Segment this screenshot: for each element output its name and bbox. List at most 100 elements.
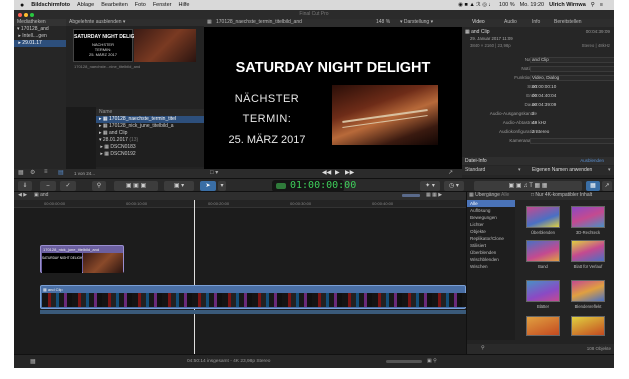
next-frame-icon[interactable]: ▶▶: [345, 169, 354, 176]
menu-bearbeiten[interactable]: Bearbeiten: [101, 2, 128, 8]
menu-foto[interactable]: Foto: [135, 2, 146, 8]
list-item[interactable]: ▸ ▦ DSCN0192: [96, 151, 204, 158]
library-item-selected[interactable]: ▸ 29.01.17: [14, 40, 66, 47]
category-item[interactable]: Wischen: [467, 263, 515, 270]
library-item[interactable]: ▾ 170128_and: [14, 26, 66, 33]
snapping-icon[interactable]: ▦ ▦ ▶: [426, 192, 442, 199]
menu-list-icon[interactable]: ≡: [600, 2, 603, 8]
play-icon[interactable]: ▶: [335, 169, 340, 176]
status-icons[interactable]: ◉ ■ ▲ ℛ ◎ ♩: [458, 2, 494, 8]
4k-only-checkbox[interactable]: □ Nur 4K-kompatibler Inhalt: [531, 192, 592, 199]
effect-tile[interactable]: [526, 316, 560, 336]
list-item[interactable]: ▸ ▦ 170128_nick_june_titelbild_a: [96, 123, 204, 130]
select-tool-icon[interactable]: ➤: [200, 181, 216, 191]
tab-share[interactable]: Bereitstellen: [554, 19, 582, 26]
effect-tile[interactable]: [526, 280, 560, 302]
clip-view-icon[interactable]: ▤: [58, 169, 64, 176]
list-item[interactable]: ▸ ▦ 170128_naechste_termin_titel: [96, 116, 204, 123]
timeline[interactable]: 00:00:00:00 00:00:10:00 00:00:20:00 00:0…: [14, 200, 466, 354]
tab-info[interactable]: Info: [532, 19, 540, 26]
battery-label[interactable]: 100 %: [499, 2, 515, 8]
timeline-ruler[interactable]: 00:00:00:00 00:00:10:00 00:00:20:00 00:0…: [14, 200, 466, 208]
previous-frame-icon[interactable]: ◀◀: [322, 169, 331, 176]
zoom-dropdown[interactable]: 148 %: [376, 19, 390, 26]
menu-fenster[interactable]: Fenster: [153, 2, 172, 8]
share-icon[interactable]: ↗: [602, 181, 612, 191]
list-item[interactable]: ▸ ▦ DSCN0183: [96, 144, 204, 151]
metadata-view-dropdown[interactable]: Standard: [465, 167, 485, 173]
event-thumbnail[interactable]: SATURDAY NIGHT DELIGHT NÄCHSTER TERMIN: …: [73, 29, 141, 62]
user-label[interactable]: Ulrich Wirnwa: [549, 2, 586, 8]
timeline-back-icon[interactable]: ◀ ▶: [18, 192, 27, 199]
keyword-icon[interactable]: ⎯: [40, 181, 56, 191]
hide-file-info-link[interactable]: Ausblenden: [580, 158, 604, 163]
effect-tile[interactable]: [571, 280, 605, 302]
rating-icon[interactable]: ✓: [60, 181, 76, 191]
apple-menu-icon[interactable]: ●: [20, 2, 24, 9]
fullscreen-icon[interactable]: ↗: [448, 169, 453, 176]
library-item[interactable]: ▸ Intell....gen: [14, 33, 66, 40]
hide-rejected-dropdown[interactable]: Abgelehnte ausblenden: [69, 19, 122, 25]
category-item[interactable]: Alle: [467, 200, 515, 207]
list-item[interactable]: ▾ 28.01.2017 (13): [96, 137, 204, 144]
field-notes-input[interactable]: [530, 66, 614, 72]
gear-icon[interactable]: ⚙: [30, 169, 35, 176]
effect-tile[interactable]: [526, 206, 560, 228]
tab-video[interactable]: Video: [472, 19, 485, 26]
category-item[interactable]: Stilisiert: [467, 242, 515, 249]
category-item[interactable]: Auflösung: [467, 207, 515, 214]
effect-tile[interactable]: [571, 206, 605, 228]
import-icon[interactable]: ⇓: [18, 181, 32, 191]
viewer-canvas[interactable]: SATURDAY NIGHT DELIGHT NÄCHSTER TERMIN: …: [204, 27, 462, 169]
title-clip-label: 170128_nick_june_titelbild_and: [43, 247, 100, 252]
zoom-slider[interactable]: [386, 360, 422, 363]
tool-dropdown-icon[interactable]: ▾: [218, 181, 226, 191]
category-item[interactable]: Objekte: [467, 228, 515, 235]
audio-meter-icon[interactable]: ▦: [30, 358, 36, 365]
zoom-window-button[interactable]: [30, 12, 34, 17]
category-item[interactable]: Lichter: [467, 221, 515, 228]
category-item[interactable]: Replikator/Clone: [467, 235, 515, 242]
media-browsers-group[interactable]: ▣ ▣ ♫ T ▦ ▦: [474, 181, 582, 191]
clip-appearance-icon[interactable]: ▣ ⚲: [427, 358, 437, 364]
minimize-window-button[interactable]: [24, 12, 28, 17]
guitar-thumbnail[interactable]: [134, 29, 196, 62]
transform-icon[interactable]: □ ▾: [210, 169, 218, 176]
effect-tile[interactable]: [526, 240, 560, 262]
list-view-icon[interactable]: ≡: [44, 169, 48, 175]
menu-app-name[interactable]: Bildschirmfoto: [31, 2, 70, 8]
category-item[interactable]: Wischblenden: [467, 256, 515, 263]
category-item[interactable]: Überblenden: [467, 249, 515, 256]
viewer-line2: NÄCHSTER: [234, 93, 300, 105]
field-camera-name-input[interactable]: [530, 138, 614, 144]
menu-ablage[interactable]: Ablage: [77, 2, 94, 8]
filmstrip-view-icon[interactable]: ▦: [18, 169, 24, 176]
effect-tile[interactable]: [571, 316, 605, 336]
search-icon[interactable]: ⚲: [92, 181, 106, 191]
effects-search-icon[interactable]: ⚲: [481, 345, 485, 351]
clock-label[interactable]: Mo. 19:20: [520, 2, 544, 8]
tab-audio[interactable]: Audio: [504, 19, 517, 26]
main-video-clip[interactable]: ▦ and Clip: [40, 285, 466, 309]
field-end: Ende 00:04:40:04: [526, 93, 557, 98]
close-window-button[interactable]: [18, 12, 22, 17]
apply-custom-name-button[interactable]: Eigenen Namen anwenden: [532, 167, 592, 173]
title-clip[interactable]: 170128_nick_june_titelbild_and SATURDAY …: [40, 245, 124, 273]
playhead[interactable]: [194, 200, 195, 354]
menu-hilfe[interactable]: Hilfe: [178, 2, 189, 8]
retime-icon[interactable]: ◷ ▾: [444, 181, 464, 191]
list-item[interactable]: ▸ ▦ and Clip: [96, 130, 204, 137]
edit-mode-group[interactable]: ▣ ▾: [164, 181, 194, 191]
enhance-icon[interactable]: ✦ ▾: [420, 181, 440, 191]
dropdown-arrow-icon: ▾: [518, 167, 521, 173]
audio-meter-toggle[interactable]: [402, 194, 420, 197]
edit-buttons-group[interactable]: ▣ ▣ ▣: [114, 181, 158, 191]
effect-tile[interactable]: [571, 240, 605, 262]
effects-browser-icon[interactable]: ▦: [586, 181, 600, 191]
libraries-header: Mediatheken: [14, 19, 66, 26]
category-item[interactable]: Bewegungen: [467, 214, 515, 221]
display-dropdown[interactable]: ▾ Darstellung ▾: [400, 19, 433, 26]
transitions-label[interactable]: ▦ Übergänge Alle: [469, 192, 509, 199]
search-icon[interactable]: ⚲: [591, 2, 595, 8]
timecode-display[interactable]: 01:00:00:00: [272, 180, 356, 192]
